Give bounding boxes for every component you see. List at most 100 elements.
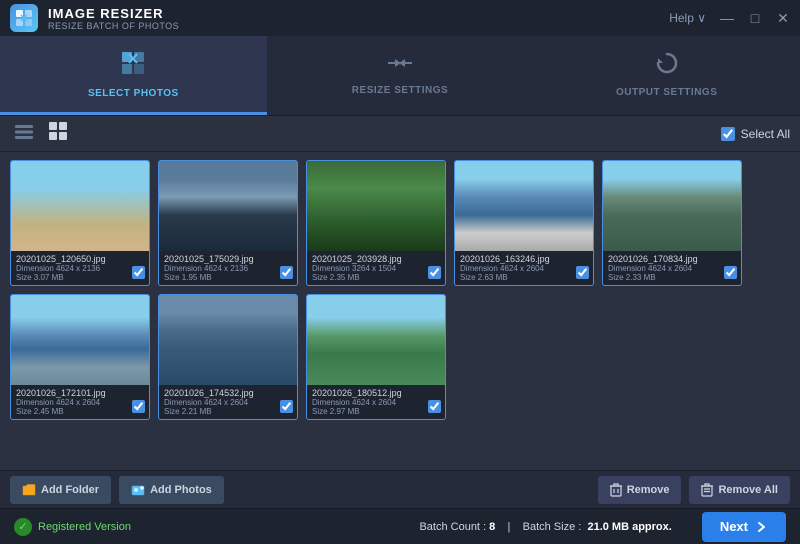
help-label[interactable]: Help ∨ [669, 11, 706, 25]
statusbar: ✓ Registered Version Batch Count : 8 | B… [0, 508, 800, 544]
photo-row-1: 20201025_120650.jpg Dimension 4624 x 213… [10, 160, 790, 286]
photo-name: 20201025_203928.jpg [312, 254, 440, 264]
photo-checkbox[interactable] [576, 266, 589, 279]
photo-checkbox[interactable] [724, 266, 737, 279]
remove-label: Remove [627, 484, 670, 496]
remove-controls: Remove Remove All [598, 476, 790, 504]
photo-info: 20201026_170834.jpg Dimension 4624 x 260… [603, 251, 741, 285]
photo-dimension: Dimension 4624 x 2136 [164, 264, 292, 273]
add-folder-label: Add Folder [41, 484, 99, 496]
photo-checkbox[interactable] [280, 266, 293, 279]
remove-all-button[interactable]: Remove All [689, 476, 790, 504]
action-bar: Add Folder Add Photos Remove Remove All [0, 470, 800, 508]
photo-thumbnail [11, 161, 149, 251]
photo-name: 20201025_120650.jpg [16, 254, 144, 264]
photo-dimension: Dimension 4624 x 2604 [16, 398, 144, 407]
photo-name: 20201026_163246.jpg [460, 254, 588, 264]
photo-thumbnail [159, 295, 297, 385]
view-controls [10, 120, 72, 147]
photo-name: 20201025_175029.jpg [164, 254, 292, 264]
next-label: Next [720, 519, 748, 534]
photo-name: 20201026_172101.jpg [16, 388, 144, 398]
batch-info: Batch Count : 8 | Batch Size : 21.0 MB a… [419, 521, 671, 533]
app-title: IMAGE RESIZER RESIZE BATCH OF PHOTOS [48, 6, 179, 31]
registered-label: Registered Version [38, 521, 131, 533]
batch-count-value: 8 [489, 521, 495, 533]
select-all-checkbox[interactable] [721, 127, 735, 141]
thumb-image [455, 161, 593, 251]
photo-checkbox[interactable] [428, 400, 441, 413]
select-all-label: Select All [741, 127, 790, 141]
photo-thumbnail [455, 161, 593, 251]
thumb-image [307, 161, 445, 251]
photo-dimension: Dimension 4624 x 2136 [16, 264, 144, 273]
photo-thumbnail [603, 161, 741, 251]
photo-checkbox[interactable] [132, 266, 145, 279]
photo-row-2: 20201026_172101.jpg Dimension 4624 x 260… [10, 294, 790, 420]
tab-resize-settings[interactable]: RESIZE SETTINGS [267, 36, 534, 115]
close-button[interactable]: ✕ [776, 11, 790, 25]
next-button[interactable]: Next [702, 512, 786, 542]
photo-item-6[interactable]: 20201026_172101.jpg Dimension 4624 x 260… [10, 294, 150, 420]
photo-item-7[interactable]: 20201026_174532.jpg Dimension 4624 x 260… [158, 294, 298, 420]
photo-info: 20201026_174532.jpg Dimension 4624 x 260… [159, 385, 297, 419]
photo-name: 20201026_180512.jpg [312, 388, 440, 398]
titlebar-left: IMAGE RESIZER RESIZE BATCH OF PHOTOS [10, 4, 179, 32]
photo-checkbox[interactable] [428, 266, 441, 279]
registration-status: ✓ Registered Version [14, 518, 131, 536]
grid-view-button[interactable] [44, 120, 72, 147]
photo-thumbnail [159, 161, 297, 251]
minimize-button[interactable]: — [720, 11, 734, 25]
thumb-image [11, 295, 149, 385]
photo-size: Size 2.97 MB [312, 407, 440, 416]
batch-size-value: 21.0 MB approx. [587, 521, 671, 533]
photo-dimension: Dimension 4624 x 2604 [608, 264, 736, 273]
steps-bar: SELECT PHOTOS RESIZE SETTINGS OUTPUT SET… [0, 36, 800, 116]
tab-output-settings[interactable]: OUTPUT SETTINGS [533, 36, 800, 115]
registered-check-icon: ✓ [14, 518, 32, 536]
titlebar: IMAGE RESIZER RESIZE BATCH OF PHOTOS Hel… [0, 0, 800, 36]
photo-item-3[interactable]: 20201025_203928.jpg Dimension 3264 x 150… [306, 160, 446, 286]
photo-item-1[interactable]: 20201025_120650.jpg Dimension 4624 x 213… [10, 160, 150, 286]
add-photos-button[interactable]: Add Photos [119, 476, 224, 504]
batch-size-label: Batch Size : [523, 521, 582, 533]
add-photos-label: Add Photos [150, 484, 212, 496]
thumb-image [307, 295, 445, 385]
photo-size: Size 1.95 MB [164, 273, 292, 282]
remove-all-label: Remove All [718, 484, 778, 496]
photo-checkbox[interactable] [132, 400, 145, 413]
tab-resize-settings-label: RESIZE SETTINGS [352, 85, 448, 96]
photo-item-8[interactable]: 20201026_180512.jpg Dimension 4624 x 260… [306, 294, 446, 420]
photo-size: Size 2.45 MB [16, 407, 144, 416]
photo-info: 20201026_180512.jpg Dimension 4624 x 260… [307, 385, 445, 419]
tab-output-settings-label: OUTPUT SETTINGS [616, 87, 717, 98]
photo-info: 20201026_163246.jpg Dimension 4624 x 260… [455, 251, 593, 285]
add-folder-button[interactable]: Add Folder [10, 476, 111, 504]
select-photos-icon [119, 49, 147, 83]
photo-size: Size 3.07 MB [16, 273, 144, 282]
output-settings-icon [654, 50, 680, 82]
photo-item-2[interactable]: 20201025_175029.jpg Dimension 4624 x 213… [158, 160, 298, 286]
photo-thumbnail [11, 295, 149, 385]
app-name: IMAGE RESIZER [48, 6, 179, 21]
photo-size: Size 2.63 MB [460, 273, 588, 282]
thumb-image [603, 161, 741, 251]
thumb-image [11, 161, 149, 251]
photo-item-4[interactable]: 20201026_163246.jpg Dimension 4624 x 260… [454, 160, 594, 286]
resize-settings-icon [386, 52, 414, 80]
remove-button[interactable]: Remove [598, 476, 682, 504]
thumb-image [159, 295, 297, 385]
photo-name: 20201026_170834.jpg [608, 254, 736, 264]
photo-thumbnail [307, 295, 445, 385]
photo-size: Size 2.35 MB [312, 273, 440, 282]
batch-count-label: Batch Count : [419, 521, 486, 533]
photo-item-5[interactable]: 20201026_170834.jpg Dimension 4624 x 260… [602, 160, 742, 286]
list-view-button[interactable] [10, 121, 38, 146]
tab-select-photos-label: SELECT PHOTOS [88, 88, 179, 99]
maximize-button[interactable]: □ [748, 11, 762, 25]
photo-checkbox[interactable] [280, 400, 293, 413]
photo-info: 20201026_172101.jpg Dimension 4624 x 260… [11, 385, 149, 419]
photo-dimension: Dimension 4624 x 2604 [460, 264, 588, 273]
tab-select-photos[interactable]: SELECT PHOTOS [0, 36, 267, 115]
photo-dimension: Dimension 4624 x 2604 [164, 398, 292, 407]
